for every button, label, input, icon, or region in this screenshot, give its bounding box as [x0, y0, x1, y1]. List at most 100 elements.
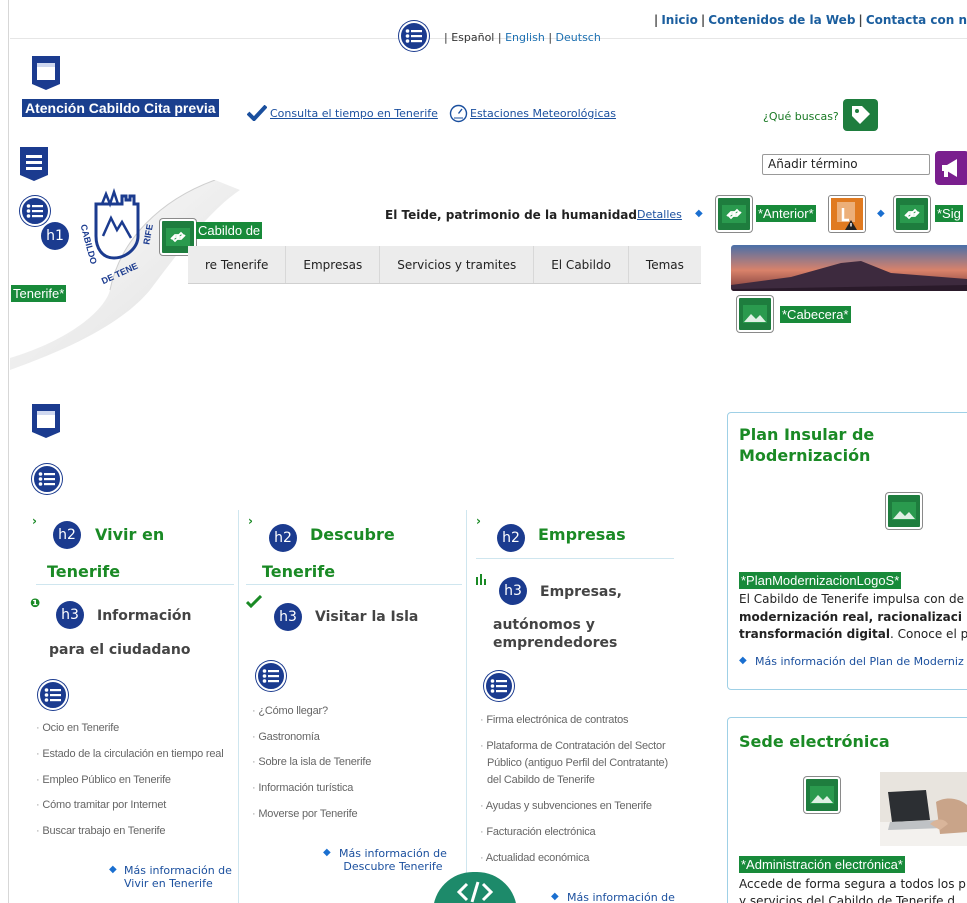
list-icon	[256, 661, 286, 691]
list-item[interactable]: Información turística	[252, 781, 353, 796]
link-icon	[894, 196, 930, 232]
vivir-more-link[interactable]: Más información de Vivir en Tenerife	[124, 864, 232, 890]
descubre-more-line1: Más información de	[339, 847, 447, 860]
lang-current: | Español	[444, 31, 495, 44]
empresas-more-link[interactable]: Más información de	[567, 891, 675, 903]
list-item[interactable]: Buscar trabajo en Tenerife	[36, 824, 165, 839]
plan-text-1: El Cabildo de Tenerife impulsa con de	[739, 592, 965, 606]
image-icon	[737, 296, 773, 332]
search-input[interactable]: Añadir término	[762, 154, 930, 175]
list-item[interactable]: Plataforma de Contratación del Sector	[480, 739, 665, 754]
descubre-title[interactable]: Descubre	[310, 525, 395, 544]
plan-text-3: transformación digital. Conoce el p	[739, 626, 967, 643]
list-item[interactable]: Gastronomía	[252, 730, 320, 745]
link-icon	[716, 196, 752, 232]
empresas-subtitle: Empresas,	[540, 584, 623, 600]
inicio-link[interactable]: Inicio	[661, 13, 698, 27]
cabildo-logo[interactable]: CABILDO DE TENE RIFE	[76, 186, 164, 286]
descubre-more-line2: Descubre Tenerife	[343, 860, 443, 873]
next-button[interactable]: *Sig	[935, 205, 963, 222]
lang-separator: |	[548, 31, 553, 44]
descubre-subtitle: Visitar la Isla	[315, 609, 419, 625]
plan-title[interactable]: Plan Insular de	[739, 424, 874, 445]
list-item[interactable]: Ocio en Tenerife	[36, 721, 119, 736]
list-item-cont[interactable]: del Cabildo de Tenerife	[487, 773, 595, 788]
list-icon	[38, 680, 68, 710]
vivir-more-line2: Vivir en Tenerife	[124, 877, 213, 890]
nav-item-cabildo[interactable]: El Cabildo	[533, 246, 628, 283]
arrow-right-icon: ◆	[551, 891, 559, 902]
cita-previa-button[interactable]: Atención Cabildo Cita previa	[22, 99, 219, 117]
sede-electronica-box: Sede electrónica *Administración electró…	[727, 717, 967, 903]
descubre-title-2[interactable]: Tenerife	[262, 562, 335, 581]
list-item[interactable]: Facturación electrónica	[480, 825, 595, 840]
chevron-right-icon: ›	[476, 514, 481, 528]
h3-icon: h3	[499, 577, 527, 605]
nav-item-empresas[interactable]: Empresas	[285, 246, 379, 283]
gauge-icon	[449, 104, 468, 127]
svg-text:DE TENE: DE TENE	[100, 261, 140, 286]
list-item[interactable]: Actualidad económica	[480, 851, 590, 866]
list-item[interactable]: Estado de la circulación en tiempo real	[36, 747, 223, 762]
header-image-label: *Cabecera*	[780, 306, 851, 323]
vivir-subtitle-2: para el ciudadano	[49, 642, 191, 658]
plan-modernizacion-box: Plan Insular de Modernización *PlanModer…	[727, 412, 967, 690]
list-item[interactable]: Firma electrónica de contratos	[480, 713, 628, 728]
list-icon	[484, 671, 514, 701]
info-icon: ❶	[30, 596, 41, 610]
weather-link[interactable]: Consulta el tiempo en Tenerife	[270, 107, 438, 120]
language-selector: | Español | English | Deutsch	[444, 31, 601, 44]
plan-title-2[interactable]: Modernización	[739, 445, 870, 466]
column-underline	[246, 584, 462, 585]
logo-alt-label: Cabildo de	[196, 222, 263, 239]
list-icon	[32, 464, 62, 494]
chevron-right-icon: ›	[32, 514, 37, 528]
list-icon	[399, 21, 429, 51]
image-icon	[886, 493, 922, 529]
contacta-link[interactable]: Contacta con n	[866, 13, 967, 27]
nav-item-servicios[interactable]: Servicios y tramites	[379, 246, 533, 283]
megaphone-icon[interactable]	[935, 151, 967, 185]
details-link[interactable]: Detalles	[637, 208, 682, 221]
list-item[interactable]: Moverse por Tenerife	[252, 807, 357, 822]
stations-link[interactable]: Estaciones Meteorológicas	[470, 107, 616, 120]
sede-text-1: Accede de forma segura a todos los p	[739, 877, 966, 891]
column-divider	[466, 510, 467, 903]
vivir-title[interactable]: Vivir en	[95, 525, 164, 544]
vivir-subtitle: Información	[97, 608, 192, 624]
descubre-more-link[interactable]: Más información de Descubre Tenerife	[339, 847, 447, 873]
vivir-title-2[interactable]: Tenerife	[47, 562, 120, 581]
region-icon	[18, 145, 50, 183]
h2-icon: h2	[497, 524, 525, 552]
list-item[interactable]: Empleo Público en Tenerife	[36, 773, 171, 788]
arrow-right-icon: ◆	[109, 864, 117, 875]
list-item[interactable]: ¿Cómo llegar?	[252, 704, 328, 719]
list-item[interactable]: Sobre la isla de Tenerife	[252, 755, 371, 770]
plan-image-label: *PlanModernizacionLogoS*	[739, 572, 902, 589]
prev-button[interactable]: *Anterior*	[756, 205, 816, 222]
plan-more-link[interactable]: Más información del Plan de Moderniz	[755, 655, 964, 668]
arrow-left-icon: ◆	[695, 208, 703, 219]
plan-text-3-rest: . Conoce el p	[889, 627, 967, 641]
arrow-right-icon: ◆	[323, 847, 331, 858]
h2-icon: h2	[269, 524, 297, 552]
nav-item-temas[interactable]: Temas	[627, 246, 701, 283]
contenidos-link[interactable]: Contenidos de la Web	[708, 13, 855, 27]
code-icon[interactable]	[433, 872, 517, 903]
lang-english-link[interactable]: English	[505, 31, 545, 44]
empresas-subtitle-3: emprendedores	[493, 635, 618, 651]
list-item-cont[interactable]: Público (antiguo Perfil del Contratante)	[487, 756, 668, 771]
empresas-title[interactable]: Empresas	[538, 525, 626, 544]
search-label: ¿Qué buscas?	[763, 110, 839, 123]
empresas-subtitle-2: autónomos y	[493, 617, 595, 633]
list-item[interactable]: Cómo tramitar por Internet	[36, 798, 166, 813]
teide-image	[731, 245, 967, 291]
h1-icon: h1	[41, 222, 69, 250]
sede-title[interactable]: Sede electrónica	[739, 731, 890, 752]
lang-deutsch-link[interactable]: Deutsch	[556, 31, 601, 44]
weather-check-icon	[246, 104, 268, 125]
alert-icon	[829, 196, 865, 232]
list-item[interactable]: Ayudas y subvenciones en Tenerife	[480, 799, 652, 814]
tag-icon[interactable]	[843, 99, 878, 131]
nav-item-descubre[interactable]: re Tenerife	[188, 246, 285, 283]
